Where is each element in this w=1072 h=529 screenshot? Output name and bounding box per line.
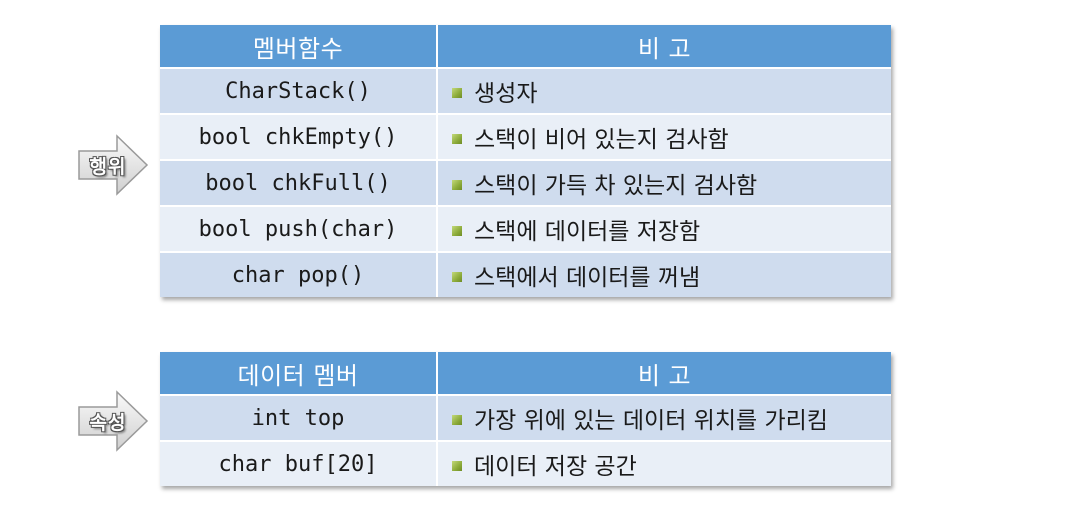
attribute-arrow-label: 속성 <box>77 389 151 453</box>
square-bullet-icon <box>452 87 462 98</box>
square-bullet-icon <box>452 460 462 471</box>
function-signature: char pop() <box>160 252 438 297</box>
table-row: char buf[20] 데이터 저장 공간 <box>160 441 891 486</box>
table-row: bool push(char) 스택에 데이터를 저장함 <box>160 206 891 253</box>
square-bullet-icon <box>452 179 462 190</box>
behavior-arrow-label: 행위 <box>77 133 151 197</box>
header-data-members: 데이터 멤버 <box>160 352 438 396</box>
function-note: 스택이 가득 차 있는지 검사함 <box>437 160 891 207</box>
function-signature: bool push(char) <box>160 206 438 253</box>
square-bullet-icon <box>452 414 462 425</box>
member-declaration: char buf[20] <box>160 441 438 486</box>
header-notes: 비 고 <box>437 352 891 396</box>
function-note: 스택에서 데이터를 꺼냄 <box>437 252 891 297</box>
member-declaration: int top <box>160 395 438 442</box>
attribute-label: 속성 <box>89 412 127 434</box>
function-note: 생성자 <box>437 68 891 115</box>
square-bullet-icon <box>452 133 462 144</box>
table-row: char pop() 스택에서 데이터를 꺼냄 <box>160 252 891 297</box>
note-text: 생성자 <box>474 81 538 107</box>
note-text: 스택에서 데이터를 꺼냄 <box>474 265 701 291</box>
note-text: 스택에 데이터를 저장함 <box>474 219 701 245</box>
member-note: 데이터 저장 공간 <box>437 441 891 486</box>
behavior-label: 행위 <box>89 156 127 178</box>
note-text: 가장 위에 있는 데이터 위치를 가리킴 <box>474 408 828 434</box>
member-note: 가장 위에 있는 데이터 위치를 가리킴 <box>437 395 891 442</box>
header-notes: 비 고 <box>437 25 891 69</box>
table-header-row: 데이터 멤버 비 고 <box>160 352 891 396</box>
table-row: bool chkFull() 스택이 가득 차 있는지 검사함 <box>160 160 891 207</box>
function-signature: bool chkFull() <box>160 160 438 207</box>
table-row: int top 가장 위에 있는 데이터 위치를 가리킴 <box>160 395 891 442</box>
function-signature: bool chkEmpty() <box>160 114 438 161</box>
square-bullet-icon <box>452 225 462 236</box>
header-member-functions: 멤버함수 <box>160 25 438 69</box>
note-text: 스택이 가득 차 있는지 검사함 <box>474 173 758 199</box>
function-note: 스택이 비어 있는지 검사함 <box>437 114 891 161</box>
data-members-table: 데이터 멤버 비 고 int top 가장 위에 있는 데이터 위치를 가리킴 … <box>160 352 891 486</box>
table-row: CharStack() 생성자 <box>160 68 891 115</box>
square-bullet-icon <box>452 271 462 282</box>
table-row: bool chkEmpty() 스택이 비어 있는지 검사함 <box>160 114 891 161</box>
function-signature: CharStack() <box>160 68 438 115</box>
table-header-row: 멤버함수 비 고 <box>160 25 891 69</box>
note-text: 스택이 비어 있는지 검사함 <box>474 127 729 153</box>
function-note: 스택에 데이터를 저장함 <box>437 206 891 253</box>
member-functions-table: 멤버함수 비 고 CharStack() 생성자 bool chkEmpty()… <box>160 25 891 297</box>
note-text: 데이터 저장 공간 <box>474 454 637 480</box>
